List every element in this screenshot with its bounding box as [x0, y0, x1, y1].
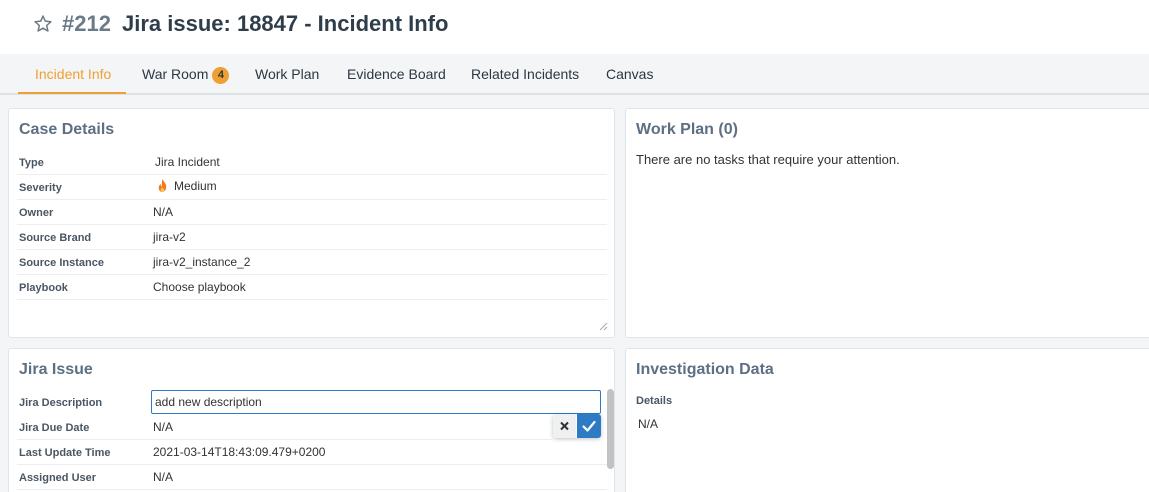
jira-value-last-update: 2021-03-14T18:43:09.479+0200	[153, 445, 326, 459]
edit-actions	[553, 414, 601, 438]
tab-canvas[interactable]: Canvas	[606, 54, 653, 95]
check-icon	[582, 420, 596, 432]
jira-label: Jira Due Date	[19, 422, 90, 434]
details-label: Details	[636, 395, 673, 407]
detail-row-source-instance: Source Instance jira-v2_instance_2	[17, 250, 607, 275]
case-details-title: Case Details	[19, 121, 115, 138]
jira-label: Jira Description	[19, 397, 103, 409]
tab-label: Work Plan	[255, 66, 320, 82]
cancel-edit-button[interactable]	[553, 414, 576, 438]
case-details-card: Case Details Type Jira Incident Severity…	[8, 108, 615, 338]
jira-row-due-date: Jira Due Date N/A	[17, 415, 553, 440]
jira-issue-title: Jira Issue	[19, 361, 93, 378]
details-value: N/A	[638, 417, 659, 431]
work-plan-card: Work Plan (0) There are no tasks that re…	[625, 108, 1149, 338]
confirm-edit-button[interactable]	[577, 414, 601, 438]
tab-label: Related Incidents	[471, 66, 580, 82]
star-icon[interactable]	[33, 14, 53, 34]
jira-label: Assigned User	[19, 472, 97, 484]
page-header: #212 Jira issue: 18847 - Incident Info	[0, 0, 1149, 54]
detail-label: Owner	[19, 207, 54, 219]
detail-row-owner: Owner N/A	[17, 200, 607, 225]
detail-label: Source Instance	[19, 257, 104, 269]
tab-label: Evidence Board	[347, 66, 446, 82]
page-title: Jira issue: 18847 - Incident Info	[122, 11, 449, 36]
jira-value-due-date[interactable]: N/A	[153, 420, 173, 434]
choose-playbook-link[interactable]: Choose playbook	[153, 280, 246, 294]
detail-value-source-instance: jira-v2_instance_2	[153, 255, 251, 269]
detail-value-owner[interactable]: N/A	[153, 205, 173, 219]
close-icon	[560, 421, 569, 431]
detail-row-severity: Severity Medium	[17, 175, 607, 200]
tab-work-plan[interactable]: Work Plan	[255, 54, 319, 95]
detail-label: Type	[19, 157, 44, 169]
tab-label: Incident Info	[35, 66, 112, 82]
tab-bar: Incident Info War Room 4 Work Plan Eviden…	[0, 54, 1149, 95]
detail-value-source-brand: jira-v2	[153, 230, 186, 244]
tab-label: Canvas	[606, 66, 654, 82]
flame-icon	[158, 178, 167, 193]
jira-row-assigned-user: Assigned User N/A	[17, 465, 607, 490]
detail-value-severity[interactable]: Medium	[155, 178, 217, 193]
detail-row-type: Type Jira Incident	[17, 150, 607, 175]
detail-label: Source Brand	[19, 232, 92, 244]
war-room-count-badge: 4	[212, 67, 230, 84]
jira-row-last-update: Last Update Time 2021-03-14T18:43:09.479…	[17, 440, 607, 465]
work-plan-empty-message: There are no tasks that require your att…	[636, 152, 900, 167]
jira-label: Last Update Time	[19, 447, 111, 459]
jira-description-input[interactable]	[151, 390, 601, 414]
resize-handle-icon[interactable]	[599, 322, 608, 331]
active-tab-indicator	[18, 92, 126, 94]
detail-value-type[interactable]: Jira Incident	[155, 155, 220, 169]
tab-incident-info[interactable]: Incident Info	[35, 54, 111, 95]
case-id: #212	[62, 11, 111, 36]
detail-row-playbook: Playbook Choose playbook	[17, 275, 607, 300]
tab-related-incidents[interactable]: Related Incidents	[471, 54, 579, 95]
severity-label: Medium	[174, 179, 217, 193]
investigation-data-title: Investigation Data	[636, 361, 774, 378]
tab-evidence-board[interactable]: Evidence Board	[347, 54, 446, 95]
vertical-scrollbar[interactable]	[607, 389, 614, 469]
detail-label: Severity	[19, 182, 62, 194]
jira-value-assigned-user[interactable]: N/A	[153, 470, 173, 484]
tab-war-room[interactable]: War Room 4	[142, 54, 230, 95]
investigation-data-card: Investigation Data Details N/A	[625, 348, 1149, 492]
tab-label: War Room	[142, 66, 209, 82]
detail-row-source-brand: Source Brand jira-v2	[17, 225, 607, 250]
jira-issue-card: Jira Issue Jira Description Jira Due Dat…	[8, 348, 615, 492]
detail-label: Playbook	[19, 282, 68, 294]
work-plan-title: Work Plan (0)	[636, 121, 738, 138]
